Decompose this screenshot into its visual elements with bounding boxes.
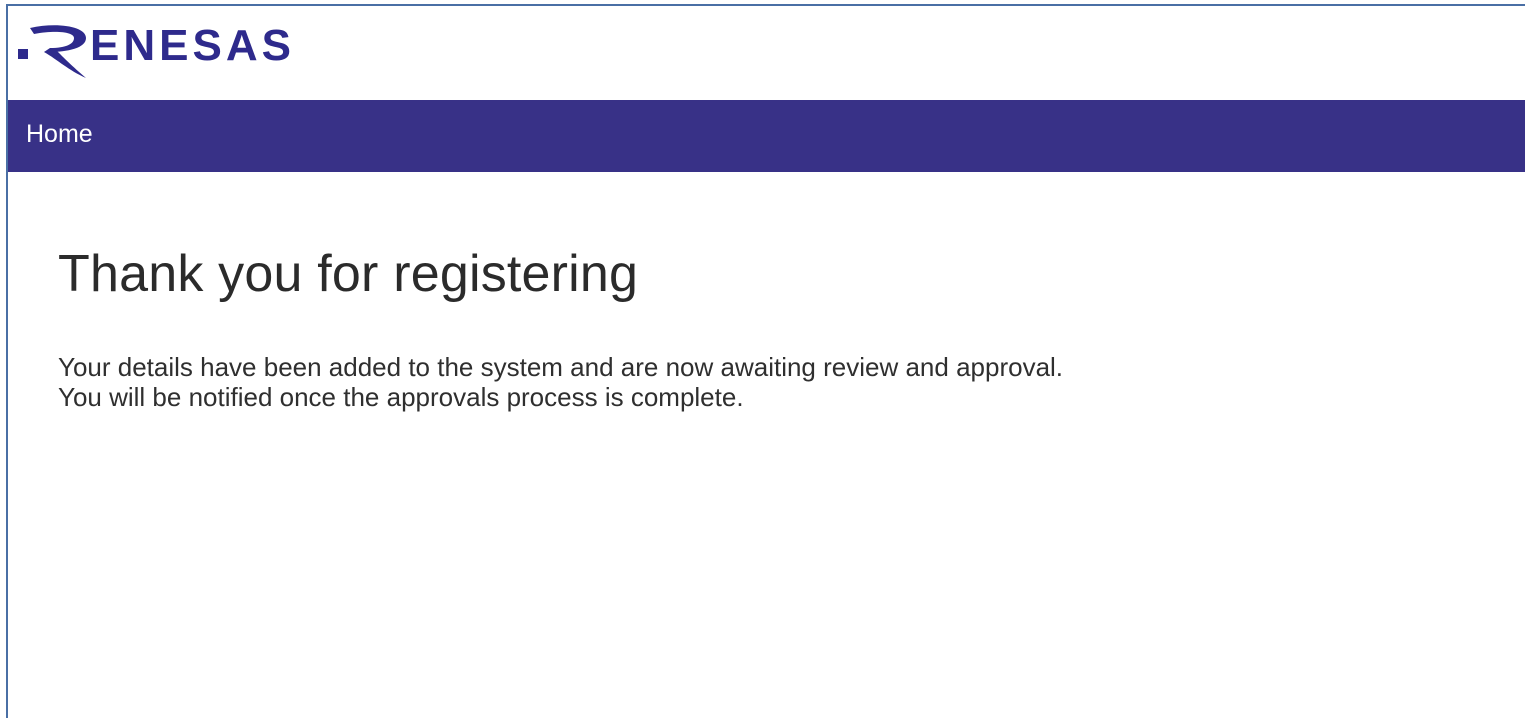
confirmation-message: Your details have been added to the syst… xyxy=(58,352,1458,412)
page-title: Thank you for registering xyxy=(58,245,639,303)
renesas-logo[interactable]: ENESAS xyxy=(16,20,376,82)
logo-wordmark: ENESAS xyxy=(90,21,295,70)
message-line-1: Your details have been added to the syst… xyxy=(58,352,1064,382)
site-header: ENESAS xyxy=(8,6,1525,100)
main-content: Thank you for registering Your details h… xyxy=(58,242,1458,412)
renesas-logo-icon: ENESAS xyxy=(18,21,295,78)
nav-bar: Home xyxy=(8,100,1525,172)
message-line-2: You will be notified once the approvals … xyxy=(58,382,744,412)
nav-home-link[interactable]: Home xyxy=(26,120,93,149)
page-frame: ENESAS Home Thank you for registering Yo… xyxy=(6,4,1525,718)
